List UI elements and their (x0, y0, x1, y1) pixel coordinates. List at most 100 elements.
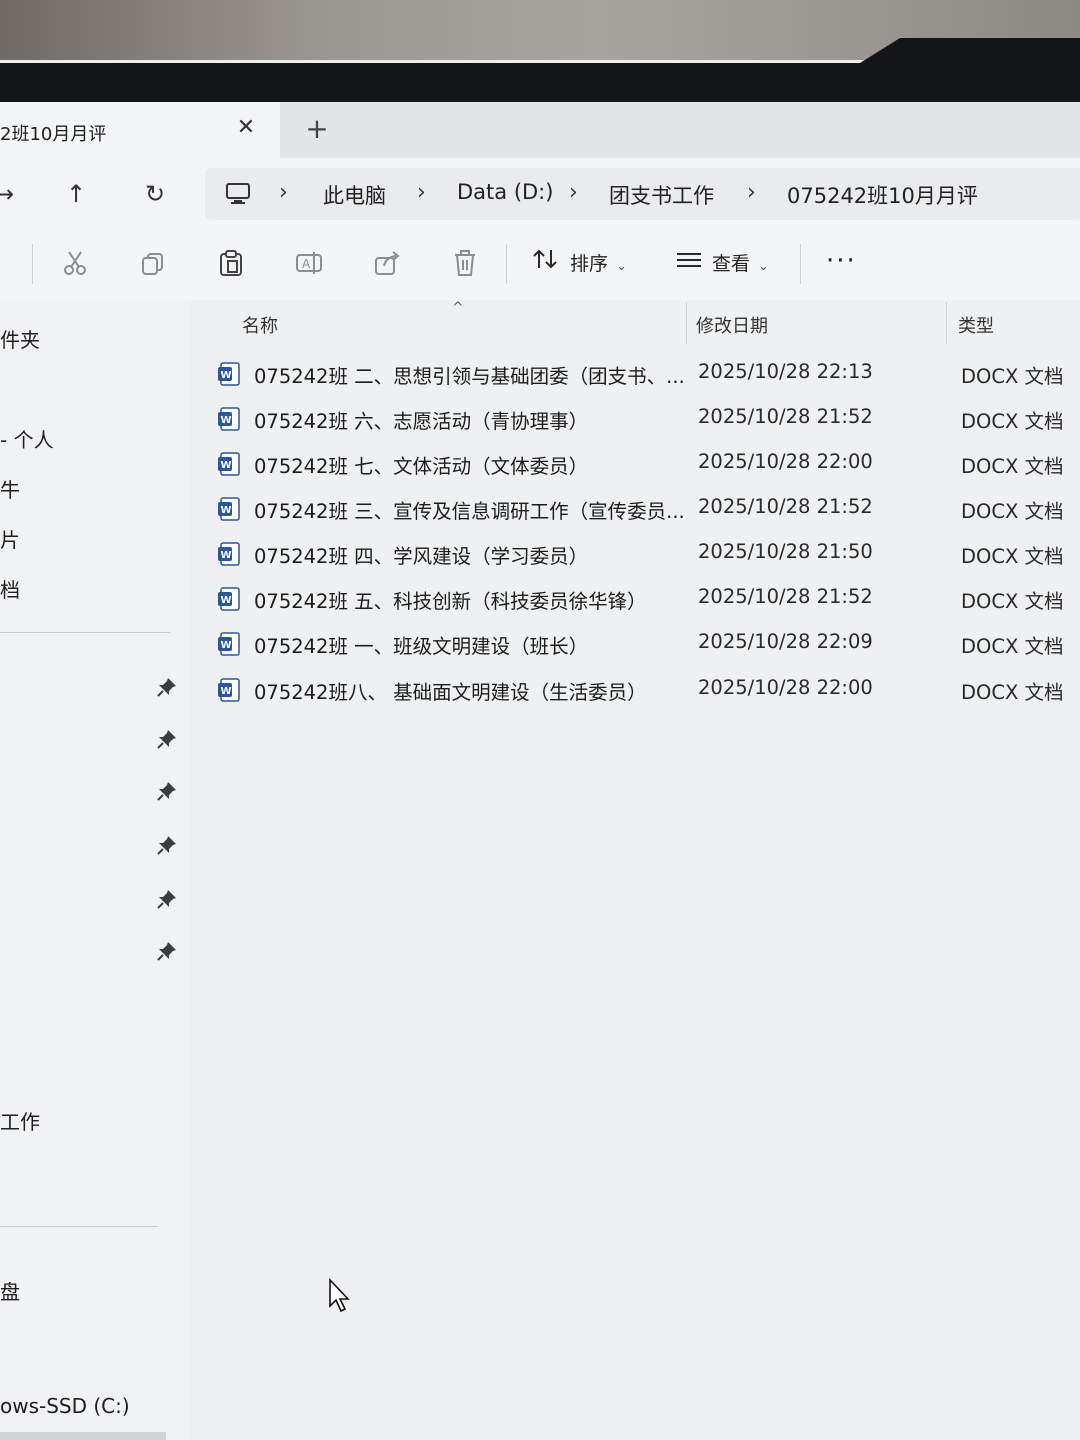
tab-bar: 2班10月月评 ✕ + (0, 102, 1080, 158)
file-name: 075242班八、 基础面文明建设（生活委员） (254, 681, 647, 704)
sidebar-divider (0, 1226, 158, 1227)
view-label: 查看 (712, 253, 751, 275)
file-modified-date: 2025/10/28 21:52 (698, 585, 873, 608)
mouse-cursor-icon (328, 1277, 352, 1314)
add-tab-button[interactable]: + (300, 114, 334, 148)
file-row[interactable]: W 075242班 七、文体活动（文体委员） 2025/10/28 22:00 DOC… (218, 442, 1080, 486)
column-divider[interactable] (946, 302, 947, 344)
file-modified-date: 2025/10/28 22:00 (698, 676, 873, 699)
command-bar: A 排序 ⌄ 查看 ⌄ ··· (0, 228, 1080, 301)
up-icon[interactable]: ↑ (58, 176, 94, 212)
word-document-icon: W (218, 678, 240, 702)
column-header-name[interactable]: 名称 (242, 312, 278, 338)
pin-icon[interactable] (156, 834, 178, 856)
pin-icon[interactable] (156, 676, 178, 698)
sidebar-divider (0, 632, 170, 633)
svg-text:W: W (221, 460, 232, 471)
breadcrumb-separator: › (417, 180, 426, 205)
sidebar-item-folder[interactable]: 件夹 (0, 324, 40, 353)
column-header-type[interactable]: 类型 (958, 312, 994, 338)
pin-icon[interactable] (156, 780, 178, 802)
file-list: ^ 名称 修改日期 类型 W 075242班 二、思想引领与基础团委（团支书、..… (190, 300, 1080, 1440)
file-row[interactable]: W 075242班 一、班级文明建设（班长） 2025/10/28 22:09 DOC… (218, 622, 1080, 666)
file-type: DOCX 文档 (961, 455, 1064, 478)
toolbar-divider (506, 244, 507, 284)
file-modified-date: 2025/10/28 21:52 (698, 495, 873, 518)
file-explorer-window: 2班10月月评 ✕ + → ↑ ↻ › 此电脑 › Data (D:) › 团支… (0, 102, 1080, 1440)
toolbar-divider (32, 244, 33, 284)
file-row[interactable]: W 075242班 六、志愿活动（青协理事） 2025/10/28 21:52 DOC… (218, 397, 1080, 441)
file-type: DOCX 文档 (961, 635, 1064, 658)
file-modified-date: 2025/10/28 21:50 (698, 540, 873, 563)
sidebar-scrollbar[interactable] (0, 1432, 166, 1440)
column-divider[interactable] (686, 302, 687, 344)
word-document-icon: W (218, 407, 240, 431)
word-document-icon: W (218, 452, 240, 476)
svg-text:W: W (221, 595, 232, 606)
svg-text:W: W (221, 415, 232, 426)
file-row[interactable]: W 075242班 二、思想引领与基础团委（团支书、... 2025/10/28 2… (218, 352, 1080, 396)
sidebar-item-work[interactable]: 工作 (0, 1106, 40, 1135)
computer-icon[interactable] (225, 182, 251, 206)
paste-icon[interactable] (216, 248, 246, 278)
word-document-icon: W (218, 587, 240, 611)
word-document-icon: W (218, 362, 240, 386)
breadcrumb-this-pc[interactable]: 此电脑 (323, 180, 386, 210)
file-name: 075242班 六、志愿活动（青协理事） (254, 410, 589, 433)
view-menu-button[interactable]: 查看 ⌄ (676, 248, 769, 280)
chevron-down-icon: ⌄ (616, 259, 627, 274)
sort-menu-button[interactable]: 排序 ⌄ (532, 248, 627, 280)
sidebar-item-files[interactable]: 牛 (0, 474, 20, 503)
file-type: DOCX 文档 (961, 410, 1064, 433)
more-options-icon[interactable]: ··· (826, 246, 857, 276)
svg-text:W: W (221, 505, 232, 516)
svg-text:W: W (221, 370, 232, 381)
sidebar-item-pictures[interactable]: 片 (0, 524, 20, 553)
pin-icon[interactable] (156, 728, 178, 750)
file-row[interactable]: W 075242班 三、宣传及信息调研工作（宣传委员... 2025/10/28 2… (218, 487, 1080, 531)
breadcrumb-current-folder[interactable]: 075242班10月月评 (787, 180, 978, 210)
file-row[interactable]: W 075242班 四、学风建设（学习委员） 2025/10/28 21:50 DOC… (218, 532, 1080, 576)
cut-icon[interactable] (60, 248, 90, 278)
breadcrumb-folder-work[interactable]: 团支书工作 (609, 180, 714, 210)
svg-text:W: W (221, 686, 232, 697)
refresh-icon[interactable]: ↻ (137, 176, 173, 212)
svg-text:A: A (302, 257, 311, 271)
file-name: 075242班 七、文体活动（文体委员） (254, 455, 589, 478)
file-type: DOCX 文档 (961, 590, 1064, 613)
tab-current-folder[interactable]: 2班10月月评 ✕ (0, 102, 280, 158)
column-header-date[interactable]: 修改日期 (696, 312, 768, 338)
file-type: DOCX 文档 (961, 545, 1064, 568)
navigation-bar: → ↑ ↻ › 此电脑 › Data (D:) › 团支书工作 › 075242… (0, 158, 1080, 228)
breadcrumb-separator: › (747, 180, 756, 205)
sidebar-item-drive[interactable]: 盘 (0, 1276, 20, 1305)
word-document-icon: W (218, 542, 240, 566)
list-view-icon (676, 248, 702, 280)
sort-label: 排序 (570, 253, 609, 275)
navigation-pane: 件夹 - 个人 牛 片 档 工作 盘 ows-SSD (C:) (0, 300, 191, 1440)
address-bar[interactable]: › 此电脑 › Data (D:) › 团支书工作 › 075242班10月月评 (205, 168, 1080, 220)
file-modified-date: 2025/10/28 22:13 (698, 360, 873, 383)
file-row[interactable]: W 075242班八、 基础面文明建设（生活委员） 2025/10/28 22:00… (218, 668, 1080, 712)
toolbar-divider (800, 244, 801, 284)
pin-icon[interactable] (156, 888, 178, 910)
file-modified-date: 2025/10/28 21:52 (698, 405, 873, 428)
sidebar-item-documents[interactable]: 档 (0, 574, 20, 603)
file-modified-date: 2025/10/28 22:09 (698, 630, 873, 653)
delete-icon[interactable] (450, 248, 480, 278)
sort-ascending-icon: ^ (452, 300, 464, 316)
word-document-icon: W (218, 497, 240, 521)
file-name: 075242班 一、班级文明建设（班长） (254, 635, 589, 658)
file-name: 075242班 四、学风建设（学习委员） (254, 545, 589, 568)
close-icon[interactable]: ✕ (232, 114, 260, 142)
sidebar-item-windows-ssd[interactable]: ows-SSD (C:) (0, 1394, 130, 1418)
breadcrumb-data-drive[interactable]: Data (D:) (457, 180, 553, 204)
file-name: 075242班 五、科技创新（科技委员徐华锋） (254, 590, 647, 613)
sidebar-item-personal[interactable]: - 个人 (0, 424, 54, 453)
forward-icon[interactable]: → (0, 176, 22, 212)
pin-icon[interactable] (156, 940, 178, 962)
file-row[interactable]: W 075242班 五、科技创新（科技委员徐华锋） 2025/10/28 21:52… (218, 577, 1080, 621)
share-icon[interactable] (372, 248, 402, 278)
rename-icon[interactable]: A (294, 248, 324, 278)
copy-icon[interactable] (138, 248, 168, 278)
